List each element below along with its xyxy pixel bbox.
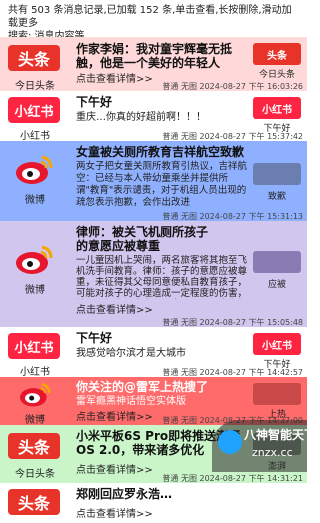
- message-card[interactable]: 小红书 小红书 下午好 我感觉哈尔滨才是大城市 小红书 下午好 普通 无图 20…: [0, 327, 307, 377]
- xiaohongshu-icon: 小红书: [8, 333, 60, 359]
- message-card[interactable]: 头条 今日头条 作家李娟：我对童宇辉毫无抵触，他是一个美好的年轻人 点击查看详情…: [0, 37, 307, 91]
- watermark-text: 八神智能天下: [244, 428, 317, 442]
- message-card[interactable]: 微博 你关注的@雷军上热搜了 雷军瘾黑神话悟空实体版 点击查看详情>> 上热 普…: [0, 377, 307, 425]
- message-title: 律师：被关飞机厕所孩子的意愿应被尊重: [76, 225, 209, 253]
- message-body: 我感觉哈尔滨才是大城市: [76, 348, 186, 359]
- message-meta: 普通 无图 2024-08-27 下午 15:05:48: [162, 318, 303, 327]
- view-details-link[interactable]: 点击查看详情>>: [76, 408, 153, 423]
- view-details-link[interactable]: 点击查看详情>>: [76, 461, 153, 476]
- message-meta: 普通 无图 2024-08-27 下午 16:03:26: [162, 82, 303, 91]
- xiaohongshu-thumb-icon: 小红书: [253, 333, 301, 355]
- message-title: 郑刚回应罗永浩…: [76, 487, 173, 501]
- app-name: 小红书: [20, 131, 50, 141]
- message-title: 作家李娟：我对童宇辉毫无抵触，他是一个美好的年轻人: [76, 42, 233, 70]
- view-details-link[interactable]: 点击查看详情>>: [76, 505, 153, 520]
- message-card[interactable]: 头条 郑刚回应罗永浩… 点击查看详情>>: [0, 483, 307, 523]
- message-meta: 普通 无图 2024-08-27 下午 15:31:13: [162, 212, 303, 221]
- toutiao-thumb-icon: 头条: [253, 43, 301, 65]
- toutiao-icon: 头条: [8, 45, 60, 71]
- message-card[interactable]: 微博 律师：被关飞机厕所孩子的意愿应被尊重 一儿童因机上哭闹，两名旅客将其抱至飞…: [0, 221, 307, 327]
- site-watermark: 八神智能天下 znzx.cc: [212, 420, 316, 472]
- news-thumb-image: [253, 251, 301, 273]
- thumb-caption: 应被: [267, 280, 286, 290]
- app-name: 微博: [25, 415, 45, 425]
- toutiao-icon: 头条: [8, 433, 60, 459]
- app-name: 小红书: [20, 367, 50, 377]
- app-name: 微博: [25, 195, 45, 206]
- view-details-link[interactable]: 点击查看详情>>: [76, 70, 153, 85]
- message-meta: 普通 无图 2024-08-27 下午 14:31:21: [162, 474, 303, 483]
- message-meta: 普通 无图 2024-08-27 下午 14:42:57: [162, 368, 303, 377]
- weibo-icon: [16, 155, 53, 184]
- weibo-icon: [16, 245, 53, 274]
- app-name: 今日头条: [15, 469, 55, 480]
- message-card[interactable]: 小红书 小红书 下午好 重庆…你真的好超前啊！！！ 小红书 下午好 普通 无图 …: [0, 91, 307, 141]
- message-body: 重庆…你真的好超前啊！！！: [76, 112, 206, 123]
- thumb-caption: 致歉: [267, 192, 286, 202]
- message-body: 雷军瘾黑神话悟空实体版: [76, 396, 186, 407]
- thumb-caption: 今日头条: [258, 70, 295, 80]
- xiaohongshu-icon: 小红书: [8, 97, 60, 123]
- message-body: 两女子把女童关厕所教育引热议，吉祥航空：已经与本人带幼童乘坐并提供所谓"教育"表…: [76, 161, 248, 208]
- message-title: 女童被关厕所教育吉祥航空致歉: [76, 145, 245, 159]
- toutiao-icon: 头条: [8, 489, 60, 515]
- xiaohongshu-thumb-icon: 小红书: [253, 97, 301, 119]
- page-header: 共有 503 条消息记录,已加载 152 条,单击查看,长按删除,滑动加载更多 …: [0, 0, 307, 42]
- watermark-url: znzx.cc: [252, 446, 293, 459]
- view-details-link[interactable]: 点击查看详情>>: [76, 301, 153, 316]
- message-card[interactable]: 微博 女童被关厕所教育吉祥航空致歉 两女子把女童关厕所教育引热议，吉祥航空：已经…: [0, 141, 307, 221]
- weibo-icon: [20, 382, 51, 407]
- app-name: 微博: [25, 285, 45, 296]
- news-thumb-image: [253, 383, 301, 405]
- news-thumb-image: [253, 163, 301, 185]
- record-summary: 共有 503 条消息记录,已加载 152 条,单击查看,长按删除,滑动加载更多: [8, 5, 292, 29]
- message-meta: 普通 无图 2024-08-27 下午 15:37:42: [162, 132, 303, 141]
- watermark-logo-icon: [218, 430, 242, 454]
- message-body: 一儿童因机上哭闹，两名旅客将其抱至飞机洗手间教育。律师：孩子的意愿应被尊重，未征…: [76, 255, 248, 299]
- app-name: 今日头条: [15, 81, 55, 91]
